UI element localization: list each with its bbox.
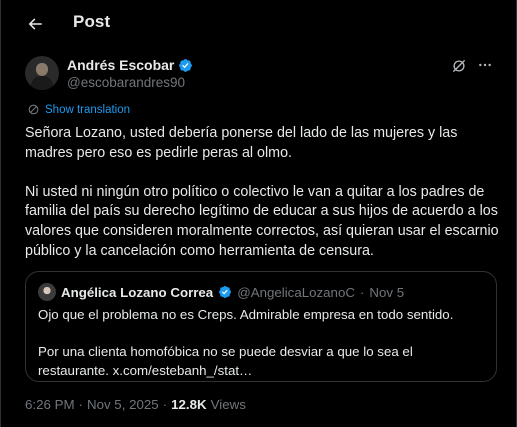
quoted-paragraph: Ojo que el problema no es Creps. Admirab… <box>38 307 454 322</box>
quoted-author-avatar <box>38 283 56 301</box>
translate-globe-icon <box>28 104 39 115</box>
post-time[interactable]: 6:26 PM <box>25 397 75 412</box>
quoted-post-body: Ojo que el problema no es Creps. Admirab… <box>38 306 484 380</box>
post-author: Andrés Escobar @escobarandres90 <box>25 54 500 90</box>
avatar-body <box>31 76 53 90</box>
quoted-author-name: Angélica Lozano Correa <box>61 284 214 300</box>
arrow-left-icon <box>28 18 42 30</box>
show-translation-label: Show translation <box>45 103 131 116</box>
author-avatar[interactable] <box>25 56 59 90</box>
verified-badge-icon <box>179 58 193 72</box>
more-horizontal-icon <box>479 63 491 67</box>
top-bar: Post <box>1 0 516 48</box>
grok-button[interactable] <box>450 57 468 75</box>
grok-icon <box>453 60 465 72</box>
author-name: Andrés Escobar <box>67 57 175 73</box>
quoted-paragraph: Por una clienta homofóbica no se puede d… <box>38 344 413 378</box>
meta-separator: · <box>162 397 168 412</box>
author-handle[interactable]: @escobarandres90 <box>67 75 185 90</box>
page-title: Post <box>73 12 111 31</box>
quoted-post-card[interactable]: Angélica Lozano Correa @AngelicaLozanoC … <box>25 271 497 382</box>
post-paragraph: Señora Lozano, usted debería ponerse del… <box>25 125 458 161</box>
views-label: Views <box>210 397 246 412</box>
post-body: Señora Lozano, usted debería ponerse del… <box>25 124 503 261</box>
show-translation-link[interactable]: Show translation <box>27 103 130 116</box>
quoted-separator: · <box>359 284 365 300</box>
verified-badge-icon <box>219 286 232 298</box>
post-metadata: 6:26 PM · Nov 5, 2025 · 12.8K Views <box>25 397 246 412</box>
post-paragraph: Ni usted ni ningún otro político o colec… <box>25 183 499 259</box>
quoted-post-date: Nov 5 <box>369 284 405 300</box>
views-count: 12.8K <box>171 397 207 412</box>
avatar-head <box>36 63 48 76</box>
post-detail-view: Post Andrés Escobar @escobarandres90 Sho… <box>0 0 517 427</box>
author-name-link[interactable]: Andrés Escobar <box>67 57 193 73</box>
meta-separator: · <box>78 397 83 412</box>
quoted-post-header: Angélica Lozano Correa @AngelicaLozanoC … <box>38 283 486 301</box>
back-button[interactable] <box>19 8 51 40</box>
post-date[interactable]: Nov 5, 2025 <box>87 397 159 412</box>
quoted-author-handle: @AngelicaLozanoC <box>237 284 355 300</box>
more-options-button[interactable] <box>476 56 494 74</box>
